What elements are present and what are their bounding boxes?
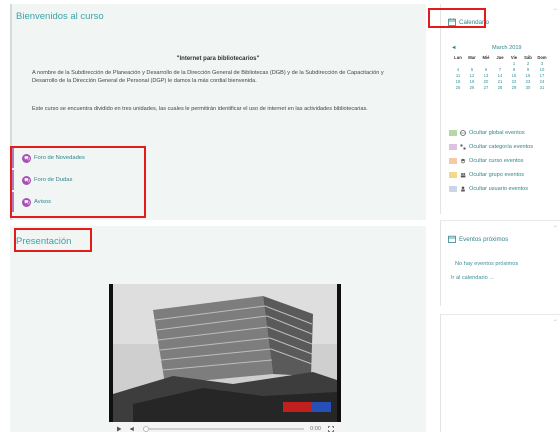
event-color-swatch [449, 158, 457, 164]
events-block-title: Eventos próximos [448, 235, 508, 243]
right-sidebar: Calendario − ◄ March 2019 Lun Mar Mié Jue Vi… [440, 0, 560, 432]
calendar-day[interactable]: 25 [451, 85, 465, 90]
calendar-filter-label: Ocultar usuario eventos [469, 186, 529, 192]
go-to-calendar-link[interactable]: Ir al calendario ... [451, 275, 494, 281]
calendar-filter-label: Ocultar curso eventos [469, 158, 524, 164]
presentation-section: Presentación 0:00 [10, 226, 426, 432]
calendar-day[interactable]: 4 [451, 67, 465, 72]
upcoming-events-block: Eventos próximos − No hay eventos próxim… [440, 220, 560, 306]
calendar-month-label[interactable]: March 2019 [492, 45, 522, 51]
calendar-filter[interactable]: Ocultar global eventos [449, 126, 560, 140]
calendar-day[interactable]: 24 [535, 79, 549, 84]
calendar-weekday: Mié [482, 54, 490, 60]
calendar-filter-label: Ocultar grupo eventos [469, 172, 525, 178]
globe-icon [460, 130, 466, 136]
calendar-event-filters: Ocultar global eventos Ocultar categoría … [449, 126, 560, 196]
calendar-day[interactable]: 15 [507, 73, 521, 78]
calendar-week-row: 4 5 6 7 8 9 10 [451, 66, 560, 72]
event-color-swatch [449, 186, 457, 192]
user-icon [460, 186, 466, 192]
block-collapse-icon[interactable]: − [553, 224, 557, 230]
calendar-day[interactable]: 28 [493, 85, 507, 90]
welcome-section-title: Bienvenidos al curso [16, 11, 104, 22]
calendar-day[interactable]: 27 [479, 85, 493, 90]
no-events-text: No hay eventos próximos [455, 261, 519, 267]
event-color-swatch [449, 172, 457, 178]
highlight-calendar-title [428, 8, 486, 28]
block-collapse-icon[interactable]: − [553, 7, 557, 13]
welcome-paragraph-1: A nombre de la Subdirección de Planeació… [32, 70, 384, 84]
video-frame-building-image[interactable] [113, 284, 337, 422]
video-player[interactable]: 0:00 [109, 284, 341, 432]
calendar-day[interactable]: 1 [507, 61, 521, 66]
calendar-day[interactable]: 10 [535, 67, 549, 72]
volume-icon[interactable] [129, 425, 137, 432]
calendar-day[interactable]: 22 [507, 79, 521, 84]
video-time: 0:00 [310, 426, 321, 432]
calendar-week-row: 11 12 13 14 15 16 17 [451, 72, 560, 78]
calendar-day[interactable]: 12 [465, 73, 479, 78]
course-name-heading: "Internet para bibliotecarios" [176, 56, 260, 62]
calendar-filter-label: Ocultar categoría eventos [469, 144, 534, 150]
welcome-paragraph-2: Este curso se encuentra dividido en tres… [32, 106, 368, 112]
calendar-day[interactable]: 23 [521, 79, 535, 84]
play-icon[interactable] [115, 425, 123, 432]
calendar-month-nav: ◄ March 2019 [451, 45, 557, 51]
calendar-weekday: Sáb [524, 54, 532, 60]
calendar-week-row: 25 26 27 28 29 30 31 [451, 84, 560, 90]
calendar-weekday-row: Lun Mar Mié Jue Vie Sáb Dom [451, 54, 560, 60]
calendar-day[interactable]: 29 [507, 85, 521, 90]
calendar-day[interactable]: 3 [535, 61, 549, 66]
calendar-day[interactable]: 21 [493, 79, 507, 84]
calendar-day[interactable]: 9 [521, 67, 535, 72]
course-main-column: Bienvenidos al curso "Internet para bibl… [10, 4, 426, 432]
calendar-weekday: Jue [496, 54, 504, 60]
calendar-day[interactable]: 19 [465, 79, 479, 84]
calendar-icon [448, 235, 456, 243]
calendar-day[interactable]: 13 [479, 73, 493, 78]
seek-handle[interactable] [143, 426, 149, 432]
calendar-filter[interactable]: Ocultar grupo eventos [449, 168, 560, 182]
calendar-day[interactable]: 7 [493, 67, 507, 72]
calendar-day[interactable]: 17 [535, 73, 549, 78]
highlight-presentation-title [14, 228, 92, 252]
course-icon [460, 158, 466, 164]
calendar-day[interactable]: 31 [535, 85, 549, 90]
fullscreen-icon[interactable] [327, 425, 335, 432]
prev-month-arrow-icon[interactable]: ◄ [451, 45, 457, 51]
calendar-day[interactable]: 14 [493, 73, 507, 78]
event-color-swatch [449, 130, 457, 136]
events-title-text: Eventos próximos [459, 235, 509, 243]
calendar-day[interactable]: 6 [479, 67, 493, 72]
group-icon [460, 172, 466, 178]
calendar-grid: Lun Mar Mié Jue Vie Sáb Dom 1 2 3 4 5 6 7 8 9 10 11 12 13 14… [451, 54, 560, 90]
calendar-day[interactable]: 26 [465, 85, 479, 90]
calendar-filter-label: Ocultar global eventos [469, 130, 525, 136]
calendar-filter[interactable]: Ocultar usuario eventos [449, 182, 560, 196]
calendar-day[interactable]: 11 [451, 73, 465, 78]
calendar-day[interactable]: 5 [465, 67, 479, 72]
category-icon [460, 144, 466, 150]
calendar-day[interactable]: 30 [521, 85, 535, 90]
calendar-day[interactable]: 16 [521, 73, 535, 78]
calendar-weekday: Lun [454, 54, 462, 60]
event-color-swatch [449, 144, 457, 150]
calendar-day[interactable]: 8 [507, 67, 521, 72]
calendar-weekday: Dom [537, 54, 547, 60]
highlight-activities [10, 146, 146, 218]
calendar-weekday: Vie [510, 54, 518, 60]
calendar-block: Calendario − ◄ March 2019 Lun Mar Mié Jue Vi… [440, 4, 560, 214]
block-collapse-icon[interactable]: − [553, 318, 557, 324]
calendar-filter[interactable]: Ocultar curso eventos [449, 154, 560, 168]
sidebar-block: − [440, 314, 560, 432]
calendar-week-row: 18 19 20 21 22 23 24 [451, 78, 560, 84]
video-seek-bar[interactable] [143, 426, 305, 432]
calendar-day[interactable]: 18 [451, 79, 465, 84]
calendar-filter[interactable]: Ocultar categoría eventos [449, 140, 560, 154]
calendar-day[interactable]: 2 [521, 61, 535, 66]
video-controls: 0:00 [109, 422, 341, 432]
calendar-weekday: Mar [468, 54, 476, 60]
calendar-day[interactable]: 20 [479, 79, 493, 84]
